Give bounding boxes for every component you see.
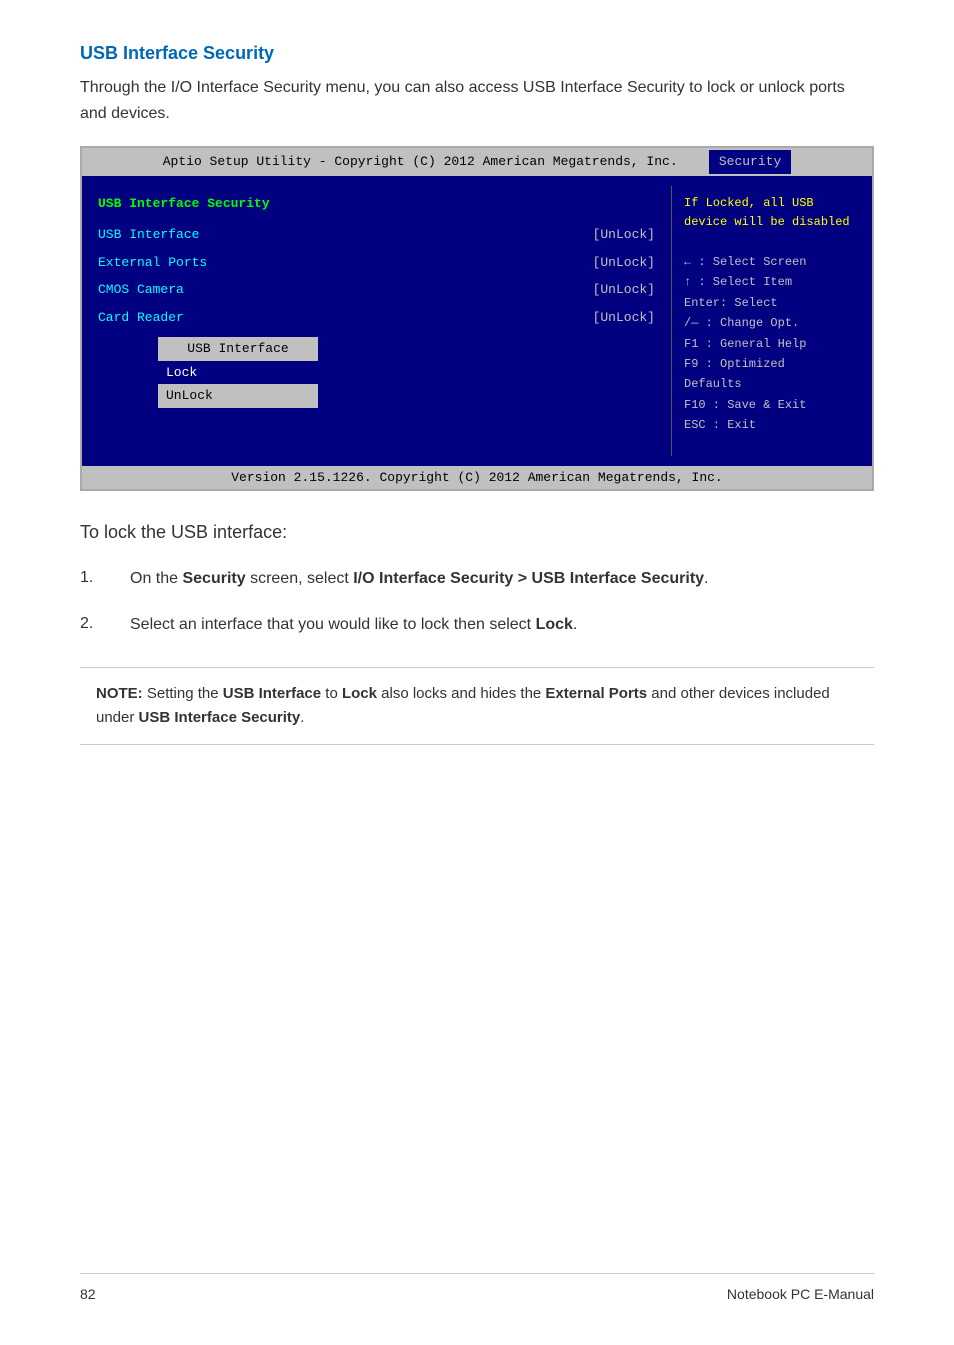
bios-row-card-reader: Card Reader [UnLock] [98, 308, 655, 328]
bios-header: Aptio Setup Utility - Copyright (C) 2012… [82, 148, 872, 176]
bios-dropdown[interactable]: USB Interface Lock UnLock [98, 337, 655, 408]
bios-row-cmos-camera: CMOS Camera [UnLock] [98, 280, 655, 300]
bios-section-title: USB Interface Security [98, 194, 655, 214]
bios-label-cmos-camera: CMOS Camera [98, 280, 184, 300]
bios-keys: ← : Select Screen ↑ : Select Item Enter:… [684, 252, 860, 436]
bios-row-usb-interface: USB Interface [UnLock] [98, 225, 655, 245]
bios-key-f1: F1 : General Help [684, 334, 860, 354]
step-2-text: Select an interface that you would like … [130, 612, 577, 638]
bios-key-select-screen: ← : Select Screen [684, 252, 860, 272]
bios-option-lock[interactable]: Lock [158, 361, 318, 385]
step-1-number: 1. [80, 566, 130, 590]
bios-footer: Version 2.15.1226. Copyright (C) 2012 Am… [82, 466, 872, 490]
bios-screen: Aptio Setup Utility - Copyright (C) 2012… [80, 146, 874, 491]
bios-dropdown-title: USB Interface [158, 337, 318, 361]
lock-intro: To lock the USB interface: [80, 519, 874, 546]
page-footer: 82 Notebook PC E-Manual [80, 1273, 874, 1305]
note-box: NOTE: Setting the USB Interface to Lock … [80, 667, 874, 745]
bios-dropdown-options[interactable]: Lock UnLock [158, 361, 318, 408]
bios-key-defaults: Defaults [684, 374, 860, 394]
bios-value-usb-interface: [UnLock] [593, 225, 655, 245]
bios-key-f10: F10 : Save & Exit [684, 395, 860, 415]
bios-option-unlock[interactable]: UnLock [158, 384, 318, 408]
bios-header-text: Aptio Setup Utility - Copyright (C) 2012… [163, 154, 678, 169]
intro-text: Through the I/O Interface Security menu,… [80, 75, 874, 126]
bios-key-enter: Enter: Select [684, 293, 860, 313]
note-text: Setting the USB Interface to Lock also l… [96, 685, 830, 726]
bios-body: USB Interface Security USB Interface [Un… [82, 176, 872, 456]
bios-value-cmos-camera: [UnLock] [593, 280, 655, 300]
step-1-text: On the Security screen, select I/O Inter… [130, 566, 709, 592]
bios-label-card-reader: Card Reader [98, 308, 184, 328]
bios-value-card-reader: [UnLock] [593, 308, 655, 328]
step-2: 2. Select an interface that you would li… [80, 612, 874, 638]
bios-key-change-opt: /— : Change Opt. [684, 313, 860, 333]
bios-key-f9: F9 : Optimized [684, 354, 860, 374]
bios-hint: If Locked, all USB device will be disabl… [684, 194, 860, 232]
note-label: NOTE: [96, 685, 143, 702]
bios-label-external-ports: External Ports [98, 253, 207, 273]
step-2-number: 2. [80, 612, 130, 636]
bios-row-external-ports: External Ports [UnLock] [98, 253, 655, 273]
footer-page-number: 82 [80, 1284, 96, 1305]
bios-label-usb-interface: USB Interface [98, 225, 199, 245]
bios-key-esc: ESC : Exit [684, 415, 860, 435]
steps-list: 1. On the Security screen, select I/O In… [80, 566, 874, 637]
bios-key-select-item: ↑ : Select Item [684, 272, 860, 292]
footer-doc-title: Notebook PC E-Manual [727, 1284, 874, 1305]
bios-right-panel: If Locked, all USB device will be disabl… [672, 186, 872, 456]
section-title: USB Interface Security [80, 40, 874, 67]
bios-value-external-ports: [UnLock] [593, 253, 655, 273]
bios-active-tab: Security [709, 150, 791, 174]
bios-left-panel: USB Interface Security USB Interface [Un… [82, 186, 672, 456]
step-1: 1. On the Security screen, select I/O In… [80, 566, 874, 592]
